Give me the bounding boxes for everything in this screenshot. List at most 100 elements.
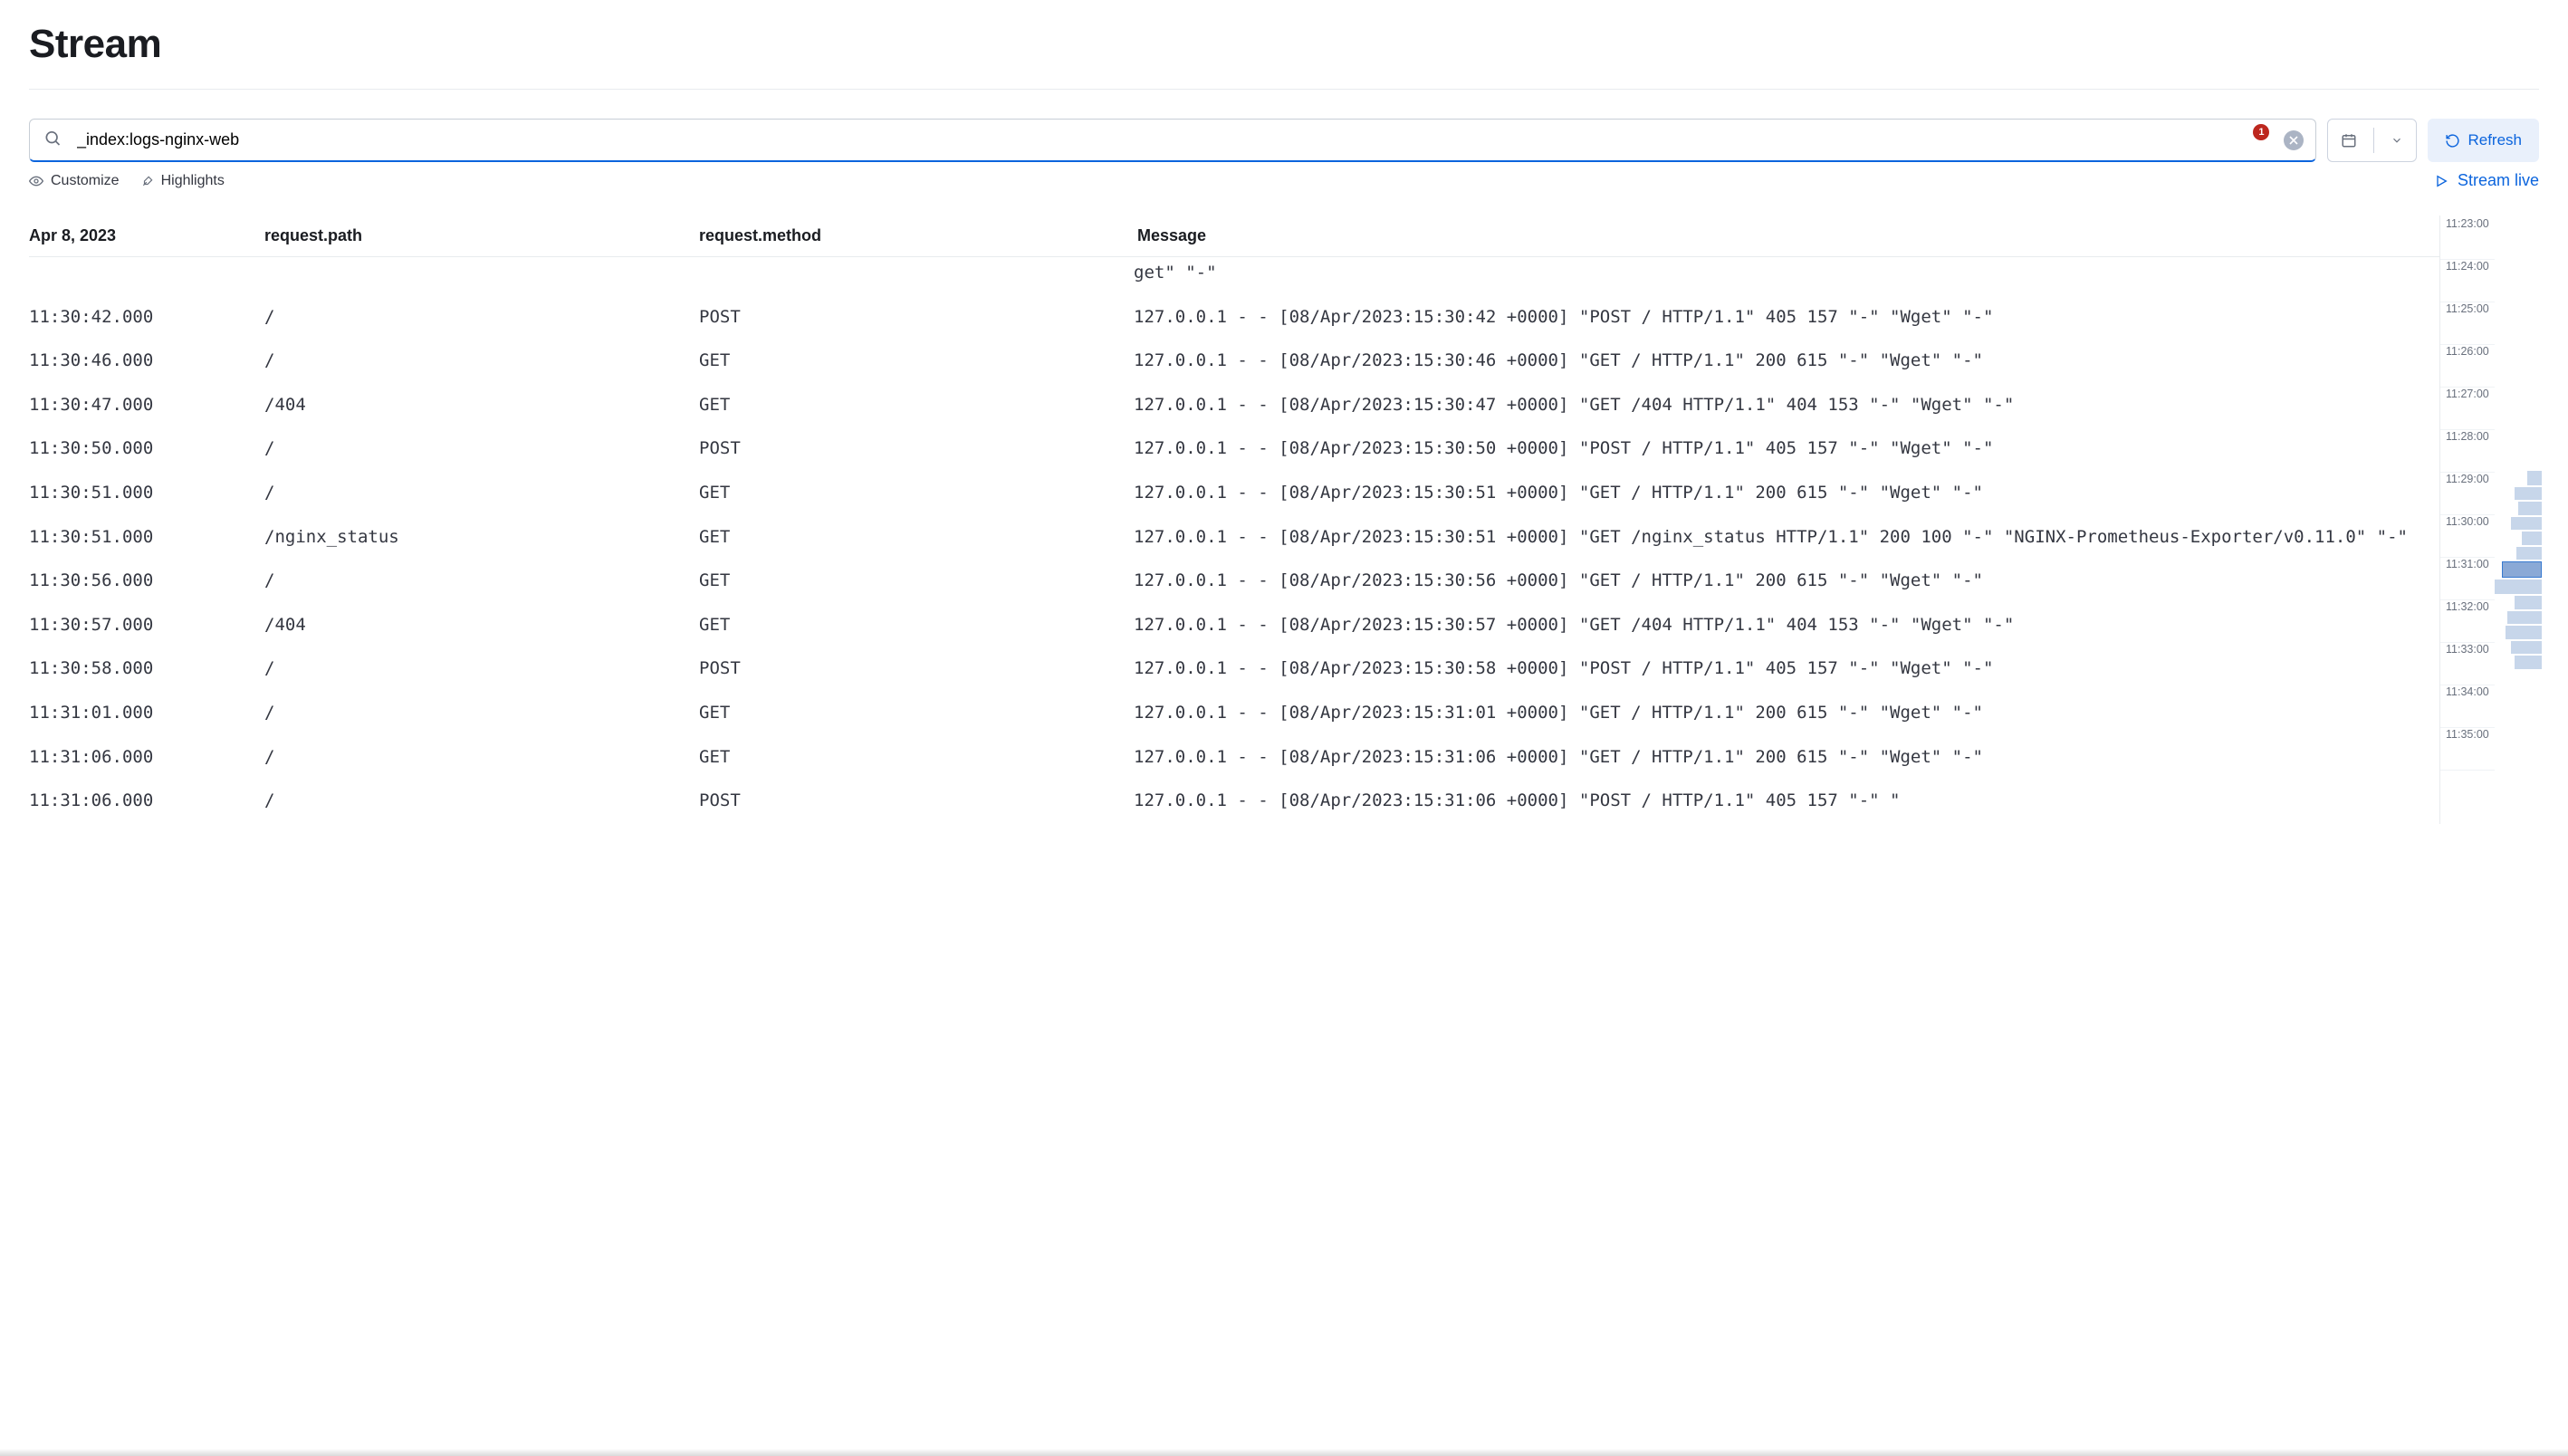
search-input[interactable] (29, 119, 2316, 162)
cell-method: GET (699, 525, 1134, 550)
cell-message: 127.0.0.1 - - [08/Apr/2023:15:30:51 +000… (1134, 525, 2439, 550)
log-table: Apr 8, 2023 request.path request.method … (29, 216, 2439, 824)
timeline-spark (2495, 217, 2542, 824)
cell-path: / (264, 656, 699, 681)
spark-segment (2511, 517, 2542, 530)
date-range-button[interactable] (2327, 119, 2417, 162)
cell-path: / (264, 789, 699, 813)
cell-message: 127.0.0.1 - - [08/Apr/2023:15:30:42 +000… (1134, 305, 2439, 330)
cell-timestamp: 11:30:51.000 (29, 525, 264, 550)
timeline-tick: 11:28:00 (2440, 430, 2495, 473)
spark-segment (2522, 532, 2542, 545)
table-row[interactable]: 11:30:47.000/404GET127.0.0.1 - - [08/Apr… (29, 384, 2439, 428)
timeline-tick: 11:24:00 (2440, 260, 2495, 302)
table-row[interactable]: 11:30:56.000/GET127.0.0.1 - - [08/Apr/20… (29, 560, 2439, 604)
table-row[interactable]: 11:30:50.000/POST127.0.0.1 - - [08/Apr/2… (29, 427, 2439, 472)
customize-label: Customize (51, 173, 120, 189)
spark-segment (2515, 656, 2542, 669)
cell-path: / (264, 569, 699, 593)
subtoolbar: Customize Highlights Stream live (29, 171, 2539, 190)
table-row[interactable]: get" "-" (29, 252, 2439, 296)
cell-path: / (264, 349, 699, 373)
clear-search-button[interactable] (2284, 130, 2304, 150)
calendar-icon (2341, 132, 2357, 148)
highlight-icon (141, 174, 154, 188)
timeline-tick: 11:27:00 (2440, 388, 2495, 430)
spark-segment (2516, 547, 2542, 560)
timeline-tick: 11:29:00 (2440, 473, 2495, 515)
cell-message: 127.0.0.1 - - [08/Apr/2023:15:30:50 +000… (1134, 436, 2439, 461)
customize-link[interactable]: Customize (29, 173, 120, 189)
spark-segment (2502, 561, 2542, 578)
timeline-tick: 11:30:00 (2440, 515, 2495, 558)
col-path[interactable]: request.path (264, 226, 699, 245)
timeline-tick: 11:26:00 (2440, 345, 2495, 388)
table-row[interactable]: 11:31:06.000/POST127.0.0.1 - - [08/Apr/2… (29, 780, 2439, 824)
col-method[interactable]: request.method (699, 226, 1134, 245)
cell-message: 127.0.0.1 - - [08/Apr/2023:15:30:46 +000… (1134, 349, 2439, 373)
cell-method: GET (699, 745, 1134, 770)
search-icon (43, 129, 62, 152)
cell-message: 127.0.0.1 - - [08/Apr/2023:15:30:51 +000… (1134, 481, 2439, 505)
cell-message: 127.0.0.1 - - [08/Apr/2023:15:30:57 +000… (1134, 613, 2439, 637)
cell-message: 127.0.0.1 - - [08/Apr/2023:15:30:58 +000… (1134, 656, 2439, 681)
cell-message: 127.0.0.1 - - [08/Apr/2023:15:31:06 +000… (1134, 789, 2439, 813)
cell-timestamp: 11:30:51.000 (29, 481, 264, 505)
cell-method: GET (699, 701, 1134, 725)
timeline-tick: 11:31:00 (2440, 558, 2495, 600)
chevron-down-icon (2391, 134, 2403, 147)
table-row[interactable]: 11:31:06.000/GET127.0.0.1 - - [08/Apr/20… (29, 736, 2439, 781)
cell-timestamp: 11:30:57.000 (29, 613, 264, 637)
table-row[interactable]: 11:30:57.000/404GET127.0.0.1 - - [08/Apr… (29, 604, 2439, 648)
timeline-sidebar[interactable]: 11:23:0011:24:0011:25:0011:26:0011:27:00… (2439, 216, 2539, 824)
cell-method: POST (699, 305, 1134, 330)
content: Apr 8, 2023 request.path request.method … (29, 216, 2539, 824)
refresh-label: Refresh (2467, 131, 2522, 149)
spark-segment (2507, 611, 2542, 624)
timeline-tick: 11:23:00 (2440, 217, 2495, 260)
cell-message: 127.0.0.1 - - [08/Apr/2023:15:30:47 +000… (1134, 393, 2439, 417)
cell-message: 127.0.0.1 - - [08/Apr/2023:15:30:56 +000… (1134, 569, 2439, 593)
cell-timestamp: 11:31:06.000 (29, 789, 264, 813)
table-row[interactable]: 11:30:46.000/GET127.0.0.1 - - [08/Apr/20… (29, 340, 2439, 384)
spark-segment (2515, 596, 2542, 609)
cell-method: GET (699, 481, 1134, 505)
cell-method: GET (699, 393, 1134, 417)
cell-path: / (264, 305, 699, 330)
eye-icon (29, 174, 43, 188)
table-row[interactable]: 11:30:51.000/GET127.0.0.1 - - [08/Apr/20… (29, 472, 2439, 516)
page-title: Stream (29, 22, 2539, 67)
cell-message: 127.0.0.1 - - [08/Apr/2023:15:31:01 +000… (1134, 701, 2439, 725)
search-wrap: 1 (29, 119, 2316, 162)
refresh-icon (2445, 133, 2460, 148)
highlights-link[interactable]: Highlights (141, 173, 225, 189)
timeline-tick: 11:32:00 (2440, 600, 2495, 643)
timeline-tick: 11:33:00 (2440, 643, 2495, 685)
table-row[interactable]: 11:30:58.000/POST127.0.0.1 - - [08/Apr/2… (29, 647, 2439, 692)
stream-live-label: Stream live (2458, 171, 2539, 190)
cell-timestamp: 11:30:56.000 (29, 569, 264, 593)
cell-path: / (264, 481, 699, 505)
col-date[interactable]: Apr 8, 2023 (29, 226, 264, 245)
cell-timestamp: 11:30:46.000 (29, 349, 264, 373)
table-row[interactable]: 11:30:51.000/nginx_statusGET127.0.0.1 - … (29, 516, 2439, 560)
col-message[interactable]: Message (1134, 226, 2439, 245)
spark-segment (2506, 626, 2542, 639)
cell-method: POST (699, 789, 1134, 813)
cell-path: / (264, 745, 699, 770)
spark-segment (2515, 487, 2542, 500)
cell-timestamp: 11:30:47.000 (29, 393, 264, 417)
cell-message: 127.0.0.1 - - [08/Apr/2023:15:31:06 +000… (1134, 745, 2439, 770)
cell-method: GET (699, 569, 1134, 593)
table-row[interactable]: 11:30:42.000/POST127.0.0.1 - - [08/Apr/2… (29, 296, 2439, 340)
stream-live-button[interactable]: Stream live (2434, 171, 2539, 190)
spark-segment (2527, 471, 2542, 485)
table-row[interactable]: 11:31:01.000/GET127.0.0.1 - - [08/Apr/20… (29, 692, 2439, 736)
cell-method: GET (699, 613, 1134, 637)
spark-segment (2511, 641, 2542, 654)
cell-path: / (264, 436, 699, 461)
refresh-button[interactable]: Refresh (2428, 119, 2539, 162)
divider (29, 89, 2539, 90)
timeline-tick: 11:35:00 (2440, 728, 2495, 771)
cell-timestamp: 11:31:01.000 (29, 701, 264, 725)
